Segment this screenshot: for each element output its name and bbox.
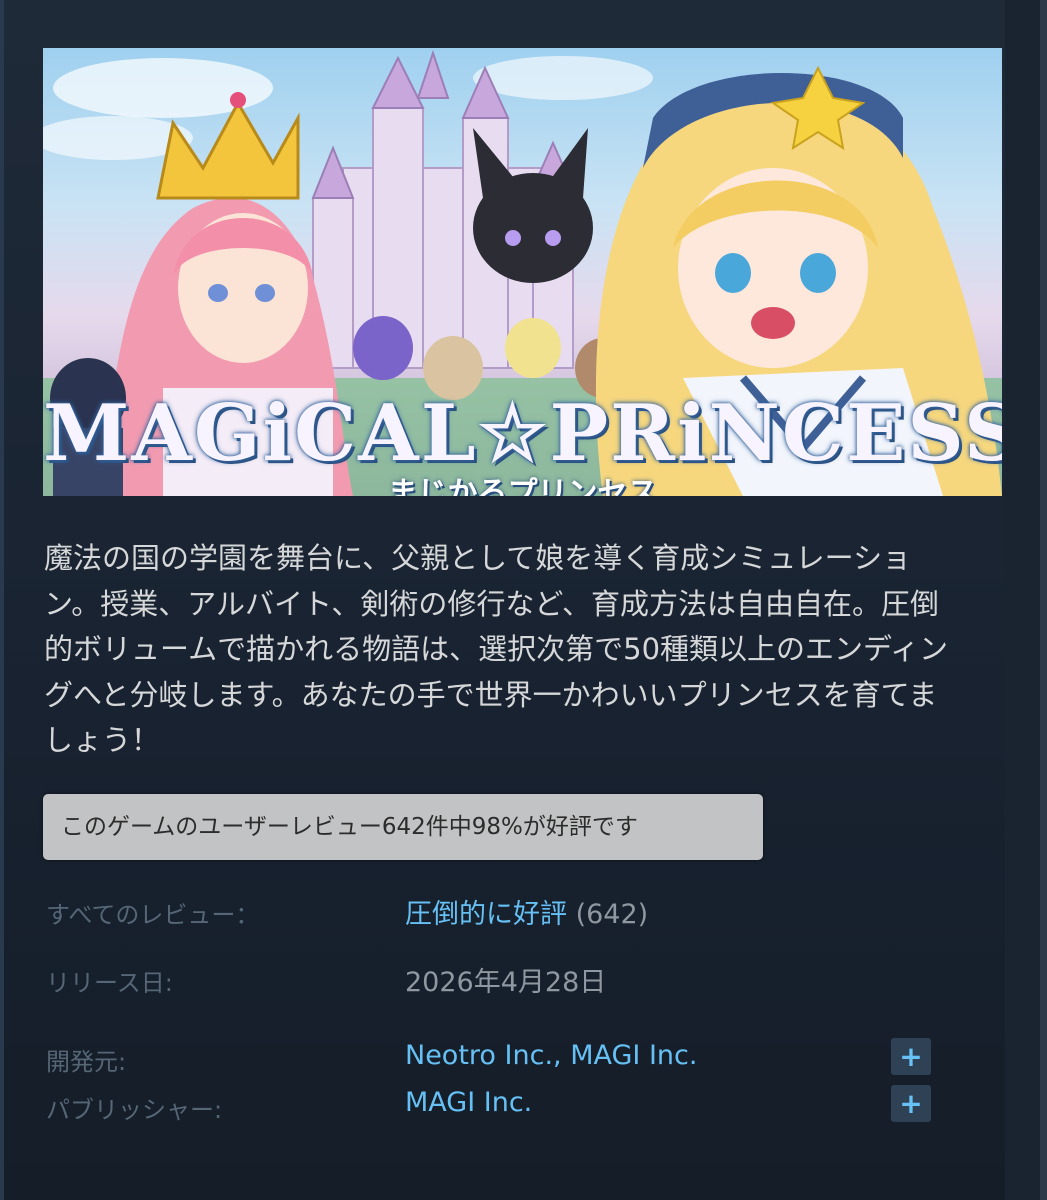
review-count: (642) — [575, 899, 649, 930]
review-summary-link[interactable]: 圧倒的に好評 — [405, 899, 567, 930]
publisher-plus-button[interactable]: + — [891, 1085, 931, 1122]
game-logo-subtitle: まじかるプリンセス — [387, 476, 658, 496]
all-reviews-value: 圧倒的に好評 (642) — [405, 892, 648, 931]
developer-link[interactable]: Neotro Inc., MAGI Inc. — [405, 1040, 697, 1071]
publisher-label: パブリッシャー: — [46, 1096, 223, 1124]
game-description: 魔法の国の学園を舞台に、父親として娘を導く育成シミュレーション。授業、アルバイト… — [44, 541, 949, 757]
all-reviews-label: すべてのレビュー： — [46, 901, 260, 929]
game-header-image[interactable]: MAGiCAL☆PRiNCESS まじかるプリンセス — [43, 48, 1002, 496]
publisher-link[interactable]: MAGI Inc. — [405, 1087, 532, 1118]
release-date-value: 2026年4月28日 — [405, 967, 607, 998]
scrollbar-track[interactable] — [1040, 0, 1047, 1200]
developer-plus-button[interactable]: + — [891, 1038, 931, 1075]
review-tooltip: このゲームのユーザーレビュー642件中98%が好評です — [43, 794, 763, 860]
developer-label: 開発元: — [46, 1048, 127, 1076]
release-date-label: リリース日: — [46, 969, 173, 997]
game-logo-title: MAGiCAL☆PRiNCESS — [43, 388, 1002, 479]
